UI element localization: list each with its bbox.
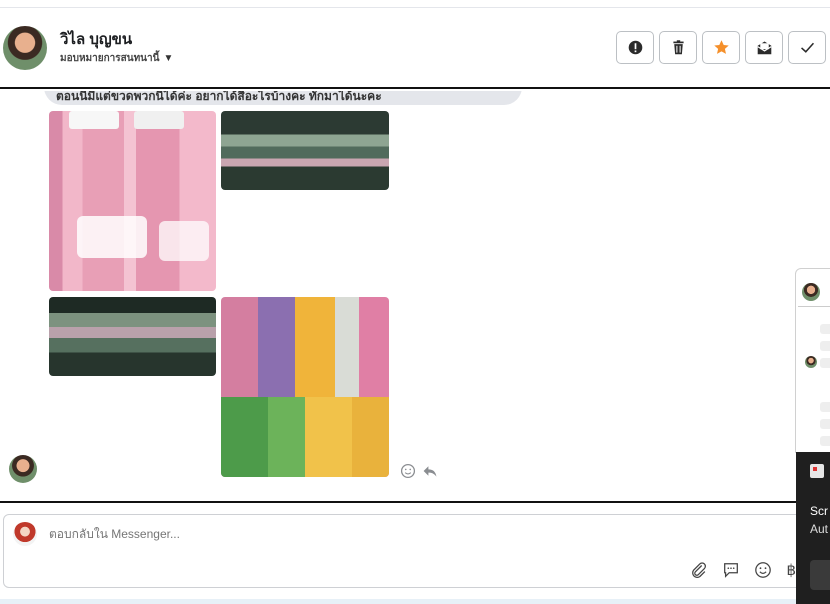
star-button[interactable] bbox=[702, 31, 740, 64]
message-bubble: ตอนนี้มีแต่ขวดพวกนี้ได้ค่ะ อยากได้สีอะไร… bbox=[44, 91, 522, 105]
envelope-open-icon bbox=[756, 41, 772, 55]
photo-attachment[interactable] bbox=[221, 111, 389, 190]
top-edge bbox=[0, 0, 830, 8]
assign-label: มอบหมายการสนทนานี้ bbox=[60, 53, 160, 64]
paperclip-icon[interactable] bbox=[690, 561, 708, 579]
composer-tools: ฿ bbox=[690, 561, 796, 579]
mini-message bbox=[820, 402, 830, 412]
mini-message bbox=[820, 419, 830, 429]
sender-avatar bbox=[9, 455, 37, 483]
emoji-icon[interactable] bbox=[754, 561, 772, 579]
contact-name[interactable]: วิไล บุญขน bbox=[60, 27, 132, 51]
reply-icon[interactable] bbox=[422, 463, 438, 479]
reply-composer-area: ฿ bbox=[0, 501, 830, 604]
checkmark-icon bbox=[800, 42, 814, 53]
assign-conversation-dropdown[interactable]: มอบหมายการสนทนานี้ ▼ bbox=[60, 51, 173, 66]
page-avatar bbox=[13, 522, 37, 546]
star-icon bbox=[713, 40, 729, 54]
saved-reply-icon[interactable] bbox=[722, 561, 740, 579]
bottle-label bbox=[77, 216, 147, 258]
mini-sender-avatar bbox=[805, 356, 817, 368]
toast-button[interactable] bbox=[810, 560, 830, 590]
bottle-row bbox=[221, 397, 389, 477]
payment-icon[interactable]: ฿ bbox=[786, 561, 796, 579]
reply-composer[interactable]: ฿ bbox=[3, 514, 813, 588]
mini-message bbox=[820, 358, 830, 368]
report-spam-button[interactable] bbox=[616, 31, 654, 64]
react-emoji-icon[interactable] bbox=[400, 463, 416, 479]
trash-icon bbox=[672, 40, 684, 55]
reply-input[interactable] bbox=[49, 527, 649, 541]
header-actions bbox=[616, 31, 826, 64]
bottle-cap bbox=[134, 111, 184, 129]
message-thread[interactable]: ตอนนี้มีแต่ขวดพวกนี้ได้ค่ะ อยากได้สีอะไร… bbox=[0, 91, 830, 501]
photo-attachment[interactable] bbox=[49, 297, 216, 376]
mark-done-button[interactable] bbox=[788, 31, 826, 64]
mini-chat-window[interactable] bbox=[795, 268, 830, 453]
mini-message bbox=[820, 341, 830, 351]
mark-unread-button[interactable] bbox=[745, 31, 783, 64]
inbox-conversation-view: วิไล บุญขน มอบหมายการสนทนานี้ ▼ ตอนนี้มี… bbox=[0, 0, 830, 604]
toast-title: Scr bbox=[810, 504, 828, 518]
notification-toast[interactable]: Scr Aut bbox=[796, 452, 830, 604]
app-icon bbox=[810, 464, 824, 478]
message-actions bbox=[400, 463, 438, 479]
mini-avatar bbox=[802, 283, 820, 301]
contact-avatar[interactable] bbox=[3, 26, 47, 70]
mini-message bbox=[820, 436, 830, 446]
bottle-label bbox=[159, 221, 209, 261]
delete-button[interactable] bbox=[659, 31, 697, 64]
caret-down-icon: ▼ bbox=[163, 53, 174, 64]
exclamation-circle-icon bbox=[628, 40, 642, 55]
mini-message bbox=[820, 324, 830, 334]
conversation-header: วิไล บุญขน มอบหมายการสนทนานี้ ▼ bbox=[0, 9, 830, 89]
photo-attachment[interactable] bbox=[221, 297, 389, 477]
toast-subtitle: Aut bbox=[810, 522, 829, 536]
bottle-cap bbox=[69, 111, 119, 129]
photo-attachment[interactable] bbox=[49, 111, 216, 291]
divider bbox=[798, 306, 830, 307]
bottom-strip bbox=[0, 599, 830, 604]
